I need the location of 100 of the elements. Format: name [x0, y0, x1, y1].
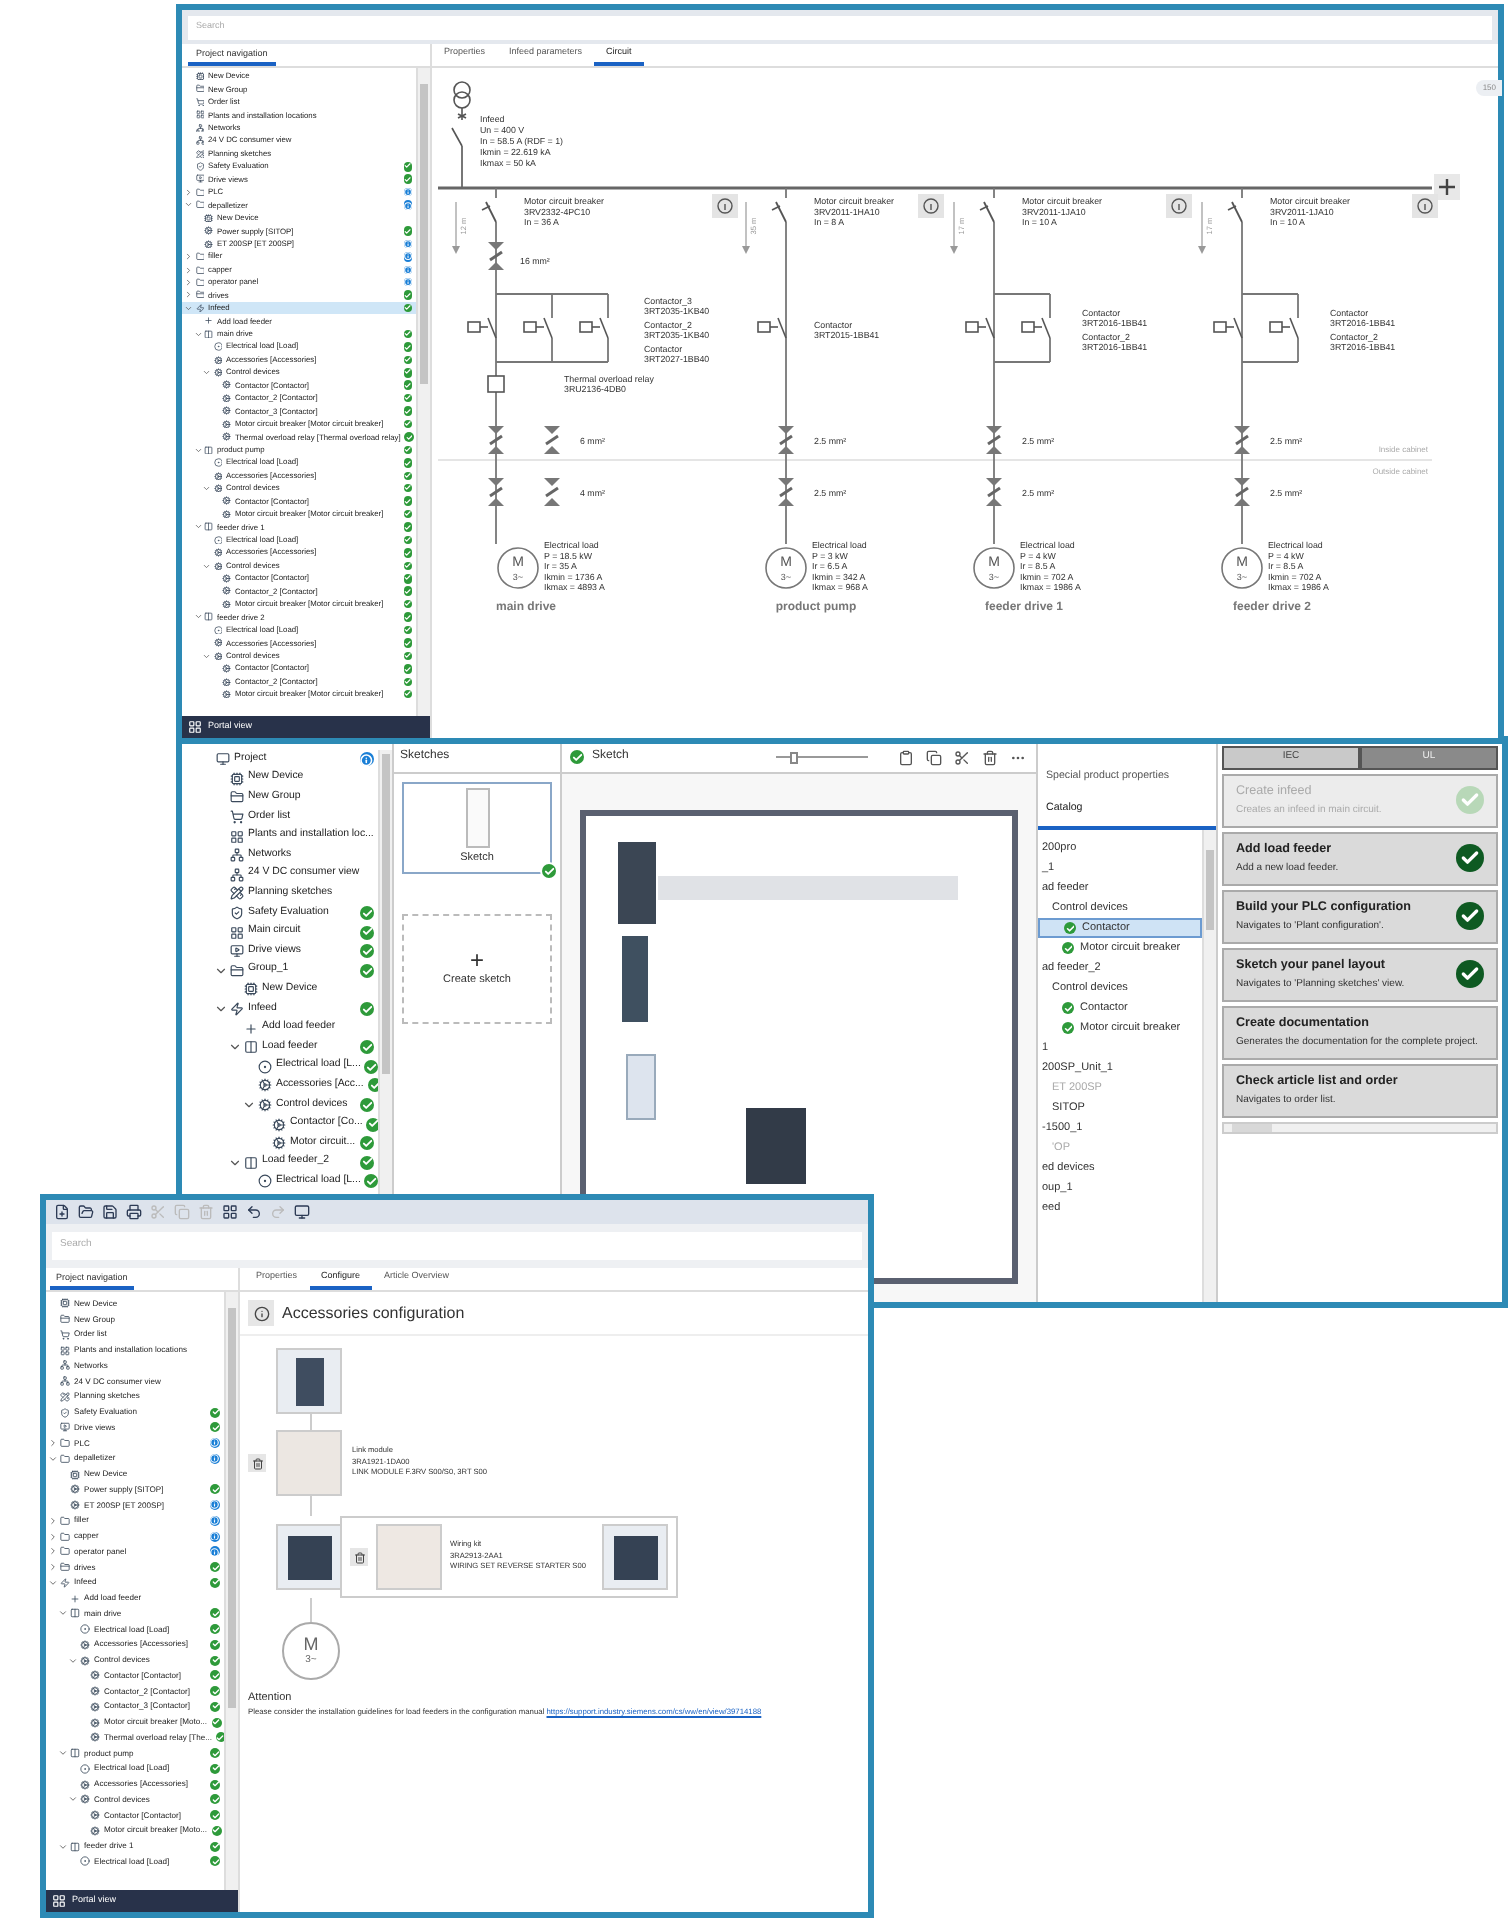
contactor-symbol — [965, 317, 995, 339]
monitor-icon — [230, 944, 244, 959]
new-file-icon[interactable] — [52, 1203, 70, 1221]
chevron-down-icon[interactable] — [184, 200, 193, 210]
scrollbar[interactable] — [1202, 830, 1216, 1302]
chevron-right-icon[interactable] — [48, 1562, 58, 1573]
chevron-down-icon[interactable] — [193, 445, 202, 455]
chevron-down-icon[interactable] — [193, 612, 202, 622]
check-icon — [1456, 960, 1484, 989]
chevron-down-icon[interactable] — [242, 1097, 256, 1112]
undo-icon[interactable] — [244, 1203, 262, 1221]
chevron-right-icon[interactable] — [48, 1438, 58, 1449]
add-button[interactable] — [1434, 174, 1460, 200]
chevron-right-icon[interactable] — [48, 1546, 58, 1557]
scrollbar-thumb[interactable] — [1232, 1123, 1272, 1132]
gear-icon — [80, 1639, 90, 1650]
gear-icon — [222, 393, 231, 403]
folder-icon[interactable] — [76, 1203, 94, 1221]
chevron-down-icon[interactable] — [228, 1155, 242, 1170]
network-icon — [195, 136, 204, 146]
grid-icon — [195, 110, 204, 120]
distance-arrow — [950, 201, 958, 254]
grid-icon — [60, 1345, 70, 1356]
chevron-down-icon[interactable] — [68, 1655, 78, 1666]
chevron-down-icon[interactable] — [58, 1748, 68, 1759]
gear-icon — [222, 496, 231, 506]
chevron-down-icon[interactable] — [193, 522, 202, 532]
chevron-down-icon[interactable] — [184, 303, 193, 313]
contactor-symbol — [757, 317, 787, 339]
scissors-icon[interactable] — [952, 747, 972, 767]
gear-icon — [90, 1717, 100, 1728]
chevron-down-icon[interactable] — [214, 963, 228, 978]
chevron-right-icon[interactable] — [184, 252, 193, 262]
scrollbar[interactable] — [224, 1292, 238, 1890]
zoom-slider[interactable] — [776, 749, 868, 765]
scrollbar[interactable] — [1222, 1121, 1498, 1134]
cart-icon — [195, 97, 204, 107]
gear-icon — [80, 1655, 90, 1666]
breaker-symbol — [979, 201, 995, 223]
portal-icon — [52, 1894, 66, 1908]
chevron-down-icon[interactable] — [58, 1841, 68, 1852]
folder-icon — [230, 790, 244, 805]
chevron-right-icon[interactable] — [184, 290, 193, 300]
scrollbar[interactable] — [416, 68, 430, 716]
trash-icon[interactable] — [980, 747, 1000, 767]
gear-icon — [222, 599, 231, 609]
chevron-down-icon[interactable] — [214, 1002, 228, 1017]
chevron-down-icon[interactable] — [48, 1453, 58, 1464]
chevron-down-icon[interactable] — [228, 1040, 242, 1055]
grid-icon — [230, 925, 244, 940]
chevron-down-icon[interactable] — [48, 1577, 58, 1588]
printer-icon[interactable] — [124, 1203, 142, 1221]
chevron-right-icon[interactable] — [184, 187, 193, 197]
chevron-down-icon[interactable] — [202, 368, 211, 378]
shield-icon — [60, 1407, 70, 1418]
save-icon[interactable] — [100, 1203, 118, 1221]
grid-icon[interactable] — [220, 1203, 238, 1221]
chevron-right-icon[interactable] — [48, 1531, 58, 1542]
plus-icon — [70, 1593, 80, 1604]
chevron-right-icon[interactable] — [184, 277, 193, 287]
gear-icon — [80, 1779, 90, 1790]
chevron-down-icon[interactable] — [193, 329, 202, 339]
device-image — [622, 936, 648, 1022]
plus-sign: + — [469, 948, 484, 973]
info-button[interactable] — [248, 1300, 274, 1326]
chevron-down-icon[interactable] — [202, 561, 211, 571]
columns-icon — [244, 1040, 258, 1055]
columns-icon — [204, 445, 213, 455]
info-button[interactable] — [918, 194, 944, 218]
motor-symbol — [1221, 547, 1263, 589]
circle-icon — [213, 458, 222, 468]
gear-icon — [258, 1078, 272, 1093]
chevron-down-icon[interactable] — [202, 483, 211, 493]
ruler-pencil-icon — [60, 1391, 70, 1402]
clipboard-icon[interactable] — [896, 747, 916, 767]
contactor-symbol — [1269, 317, 1299, 339]
gear-icon — [222, 509, 231, 519]
portal-icon — [188, 720, 202, 734]
chevron-right-icon[interactable] — [184, 265, 193, 275]
chevron-down-icon[interactable] — [68, 1794, 78, 1805]
chevron-down-icon[interactable] — [58, 1608, 68, 1619]
shield-icon — [195, 162, 204, 172]
monitor-icon[interactable] — [292, 1203, 310, 1221]
columns-icon — [70, 1841, 80, 1852]
cable-symbol — [986, 426, 1002, 454]
contactor-symbol — [1213, 317, 1243, 339]
slider-thumb[interactable] — [790, 751, 799, 763]
delete-button[interactable] — [248, 1454, 266, 1472]
gear-icon — [213, 561, 222, 571]
info-button[interactable] — [1166, 194, 1192, 218]
columns-icon — [204, 612, 213, 622]
monitor-icon — [195, 174, 204, 184]
chevron-right-icon[interactable] — [48, 1515, 58, 1526]
delete-button[interactable] — [350, 1548, 368, 1566]
circle-icon — [80, 1624, 90, 1635]
copy-icon[interactable] — [924, 747, 944, 767]
gear-icon — [213, 651, 222, 661]
chevron-down-icon[interactable] — [202, 651, 211, 661]
info-button[interactable] — [1412, 194, 1438, 218]
info-button[interactable] — [712, 194, 738, 218]
